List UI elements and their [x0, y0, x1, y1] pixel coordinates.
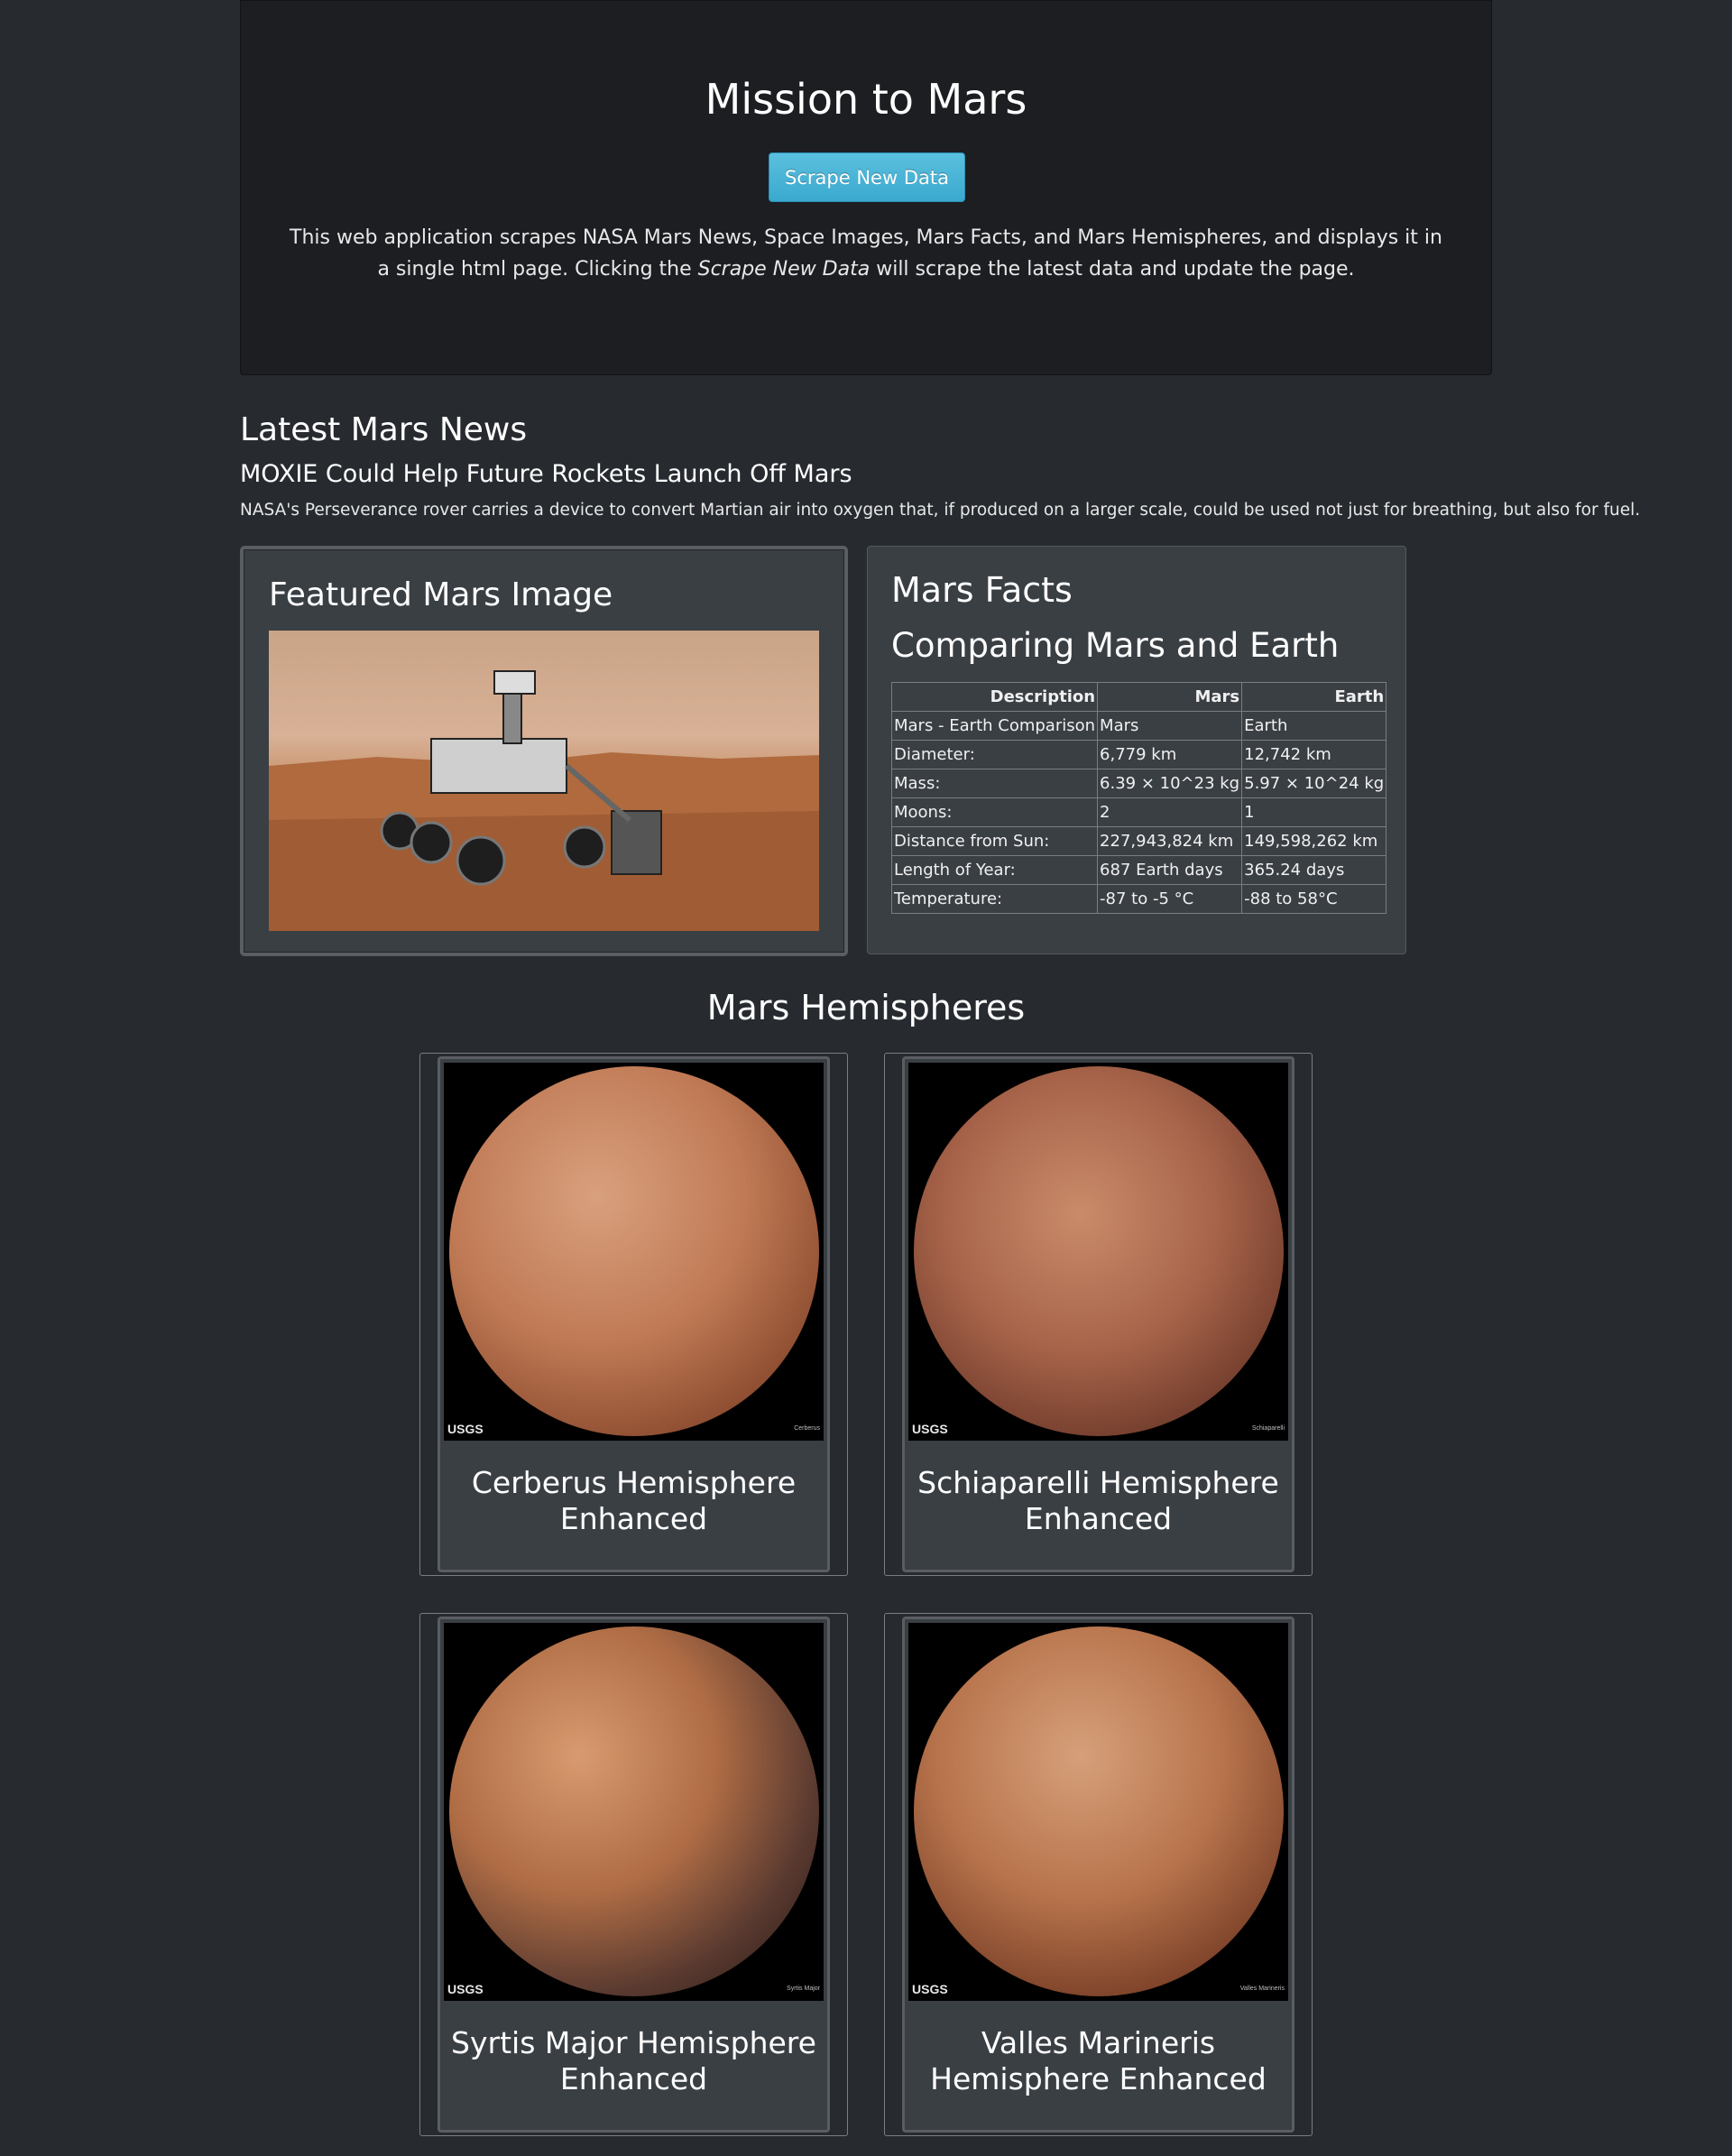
table-cell: Moons:	[890, 797, 1099, 827]
mars-facts-subheading: Comparing Mars and Earth	[891, 626, 1340, 665]
table-cell: Mars	[1097, 711, 1243, 741]
hemisphere-title[interactable]: Schiaparelli Hemisphere Enhanced	[914, 1465, 1283, 1537]
table-cell: -87 to -5 °C	[1097, 884, 1243, 914]
table-cell: 2	[1097, 797, 1243, 827]
latest-news-heading: Latest Mars News	[240, 411, 528, 448]
app-description: This web application scrapes NASA Mars N…	[286, 222, 1446, 285]
table-header-row: Description Mars Earth	[890, 682, 1387, 712]
mars-globe	[449, 1626, 819, 1996]
news-paragraph: NASA's Perseverance rover carries a devi…	[240, 501, 1641, 520]
image-caption: Valles Marineris	[1239, 1986, 1285, 1992]
mars-globe	[449, 1066, 819, 1436]
table-cell: 365.24 days	[1241, 855, 1387, 885]
table-cell: Length of Year:	[890, 855, 1099, 885]
hemisphere-thumbnail: USGS Schiaparelli Schiaparelli Hemispher…	[902, 1056, 1294, 1572]
table-cell: 1	[1241, 797, 1387, 827]
mars-globe	[914, 1066, 1284, 1436]
table-cell: 6.39 × 10^23 kg	[1097, 769, 1243, 798]
table-cell: Distance from Sun:	[890, 826, 1099, 856]
hemisphere-image[interactable]: USGS Schiaparelli	[908, 1063, 1288, 1441]
table-row: Mass: 6.39 × 10^23 kg 5.97 × 10^24 kg	[890, 769, 1387, 798]
description-text-end: will scrape the latest data and update t…	[870, 258, 1355, 281]
hemispheres-heading: Mars Hemispheres	[706, 988, 1026, 1027]
featured-image	[269, 631, 819, 931]
usgs-logo: USGS	[912, 1422, 948, 1436]
featured-image-heading: Featured Mars Image	[269, 576, 613, 613]
table-row: Diameter: 6,779 km 12,742 km	[890, 740, 1387, 769]
table-cell: Temperature:	[890, 884, 1099, 914]
table-cell: 12,742 km	[1241, 740, 1387, 769]
mars-facts-heading: Mars Facts	[891, 570, 1073, 610]
table-cell: 6,779 km	[1097, 740, 1243, 769]
usgs-logo: USGS	[447, 1422, 484, 1436]
table-cell: 687 Earth days	[1097, 855, 1243, 885]
table-cell: 149,598,262 km	[1241, 826, 1387, 856]
hemisphere-title[interactable]: Valles Marineris Hemisphere Enhanced	[914, 2025, 1283, 2097]
image-caption: Syrtis Major	[787, 1986, 820, 1992]
column-header: Description	[890, 682, 1099, 712]
page-title: Mission to Mars	[705, 75, 1027, 124]
hemisphere-image[interactable]: USGS Valles Marineris	[908, 1623, 1288, 2001]
mars-globe	[914, 1626, 1284, 1996]
table-cell: 5.97 × 10^24 kg	[1241, 769, 1387, 798]
scrape-new-data-button[interactable]: Scrape New Data	[769, 152, 965, 202]
jumbotron: Mission to Mars Scrape New Data This web…	[240, 0, 1492, 375]
image-caption: Schiaparelli	[1251, 1425, 1285, 1432]
hemisphere-thumbnail: USGS Cerberus Cerberus Hemisphere Enhanc…	[438, 1056, 830, 1572]
hemisphere-image[interactable]: USGS Syrtis Major	[444, 1623, 824, 2001]
table-cell: Mars - Earth Comparison	[890, 711, 1099, 741]
description-emphasis: Scrape New Data	[697, 258, 871, 281]
mars-facts-card: Mars Facts Comparing Mars and Earth Desc…	[867, 546, 1406, 954]
column-header: Earth	[1241, 682, 1387, 712]
column-header: Mars	[1097, 682, 1243, 712]
table-cell: Diameter:	[890, 740, 1099, 769]
table-row: Distance from Sun: 227,943,824 km 149,598,…	[890, 826, 1387, 856]
table-row: Temperature: -87 to -5 °C -88 to 58°C	[890, 884, 1387, 914]
table-row: Moons: 2 1	[890, 797, 1387, 827]
mars-facts-table: Description Mars Earth Mars - Earth Comp…	[890, 682, 1387, 914]
hemisphere-card-valles-marineris[interactable]: USGS Valles Marineris Valles Marineris H…	[884, 1613, 1313, 2136]
table-cell: Mass:	[890, 769, 1099, 798]
table-row: Length of Year: 687 Earth days 365.24 days	[890, 855, 1387, 885]
rover-illustration	[269, 670, 819, 931]
news-title: MOXIE Could Help Future Rockets Launch O…	[240, 460, 852, 488]
featured-image-card: Featured Mars Image	[240, 546, 848, 956]
table-cell: Earth	[1241, 711, 1387, 741]
hemisphere-image[interactable]: USGS Cerberus	[444, 1063, 824, 1441]
table-cell: -88 to 58°C	[1241, 884, 1387, 914]
image-caption: Cerberus	[794, 1425, 820, 1432]
table-row: Mars - Earth Comparison Mars Earth	[890, 711, 1387, 741]
hemisphere-card-schiaparelli[interactable]: USGS Schiaparelli Schiaparelli Hemispher…	[884, 1053, 1313, 1576]
hemisphere-title[interactable]: Syrtis Major Hemisphere Enhanced	[449, 2025, 818, 2097]
hemisphere-card-syrtis-major[interactable]: USGS Syrtis Major Syrtis Major Hemispher…	[419, 1613, 848, 2136]
hemisphere-thumbnail: USGS Valles Marineris Valles Marineris H…	[902, 1617, 1294, 2133]
hemisphere-card-cerberus[interactable]: USGS Cerberus Cerberus Hemisphere Enhanc…	[419, 1053, 848, 1576]
hemisphere-thumbnail: USGS Syrtis Major Syrtis Major Hemispher…	[438, 1617, 830, 2133]
usgs-logo: USGS	[447, 1982, 484, 1996]
table-cell: 227,943,824 km	[1097, 826, 1243, 856]
hemisphere-title[interactable]: Cerberus Hemisphere Enhanced	[449, 1465, 818, 1537]
usgs-logo: USGS	[912, 1982, 948, 1996]
